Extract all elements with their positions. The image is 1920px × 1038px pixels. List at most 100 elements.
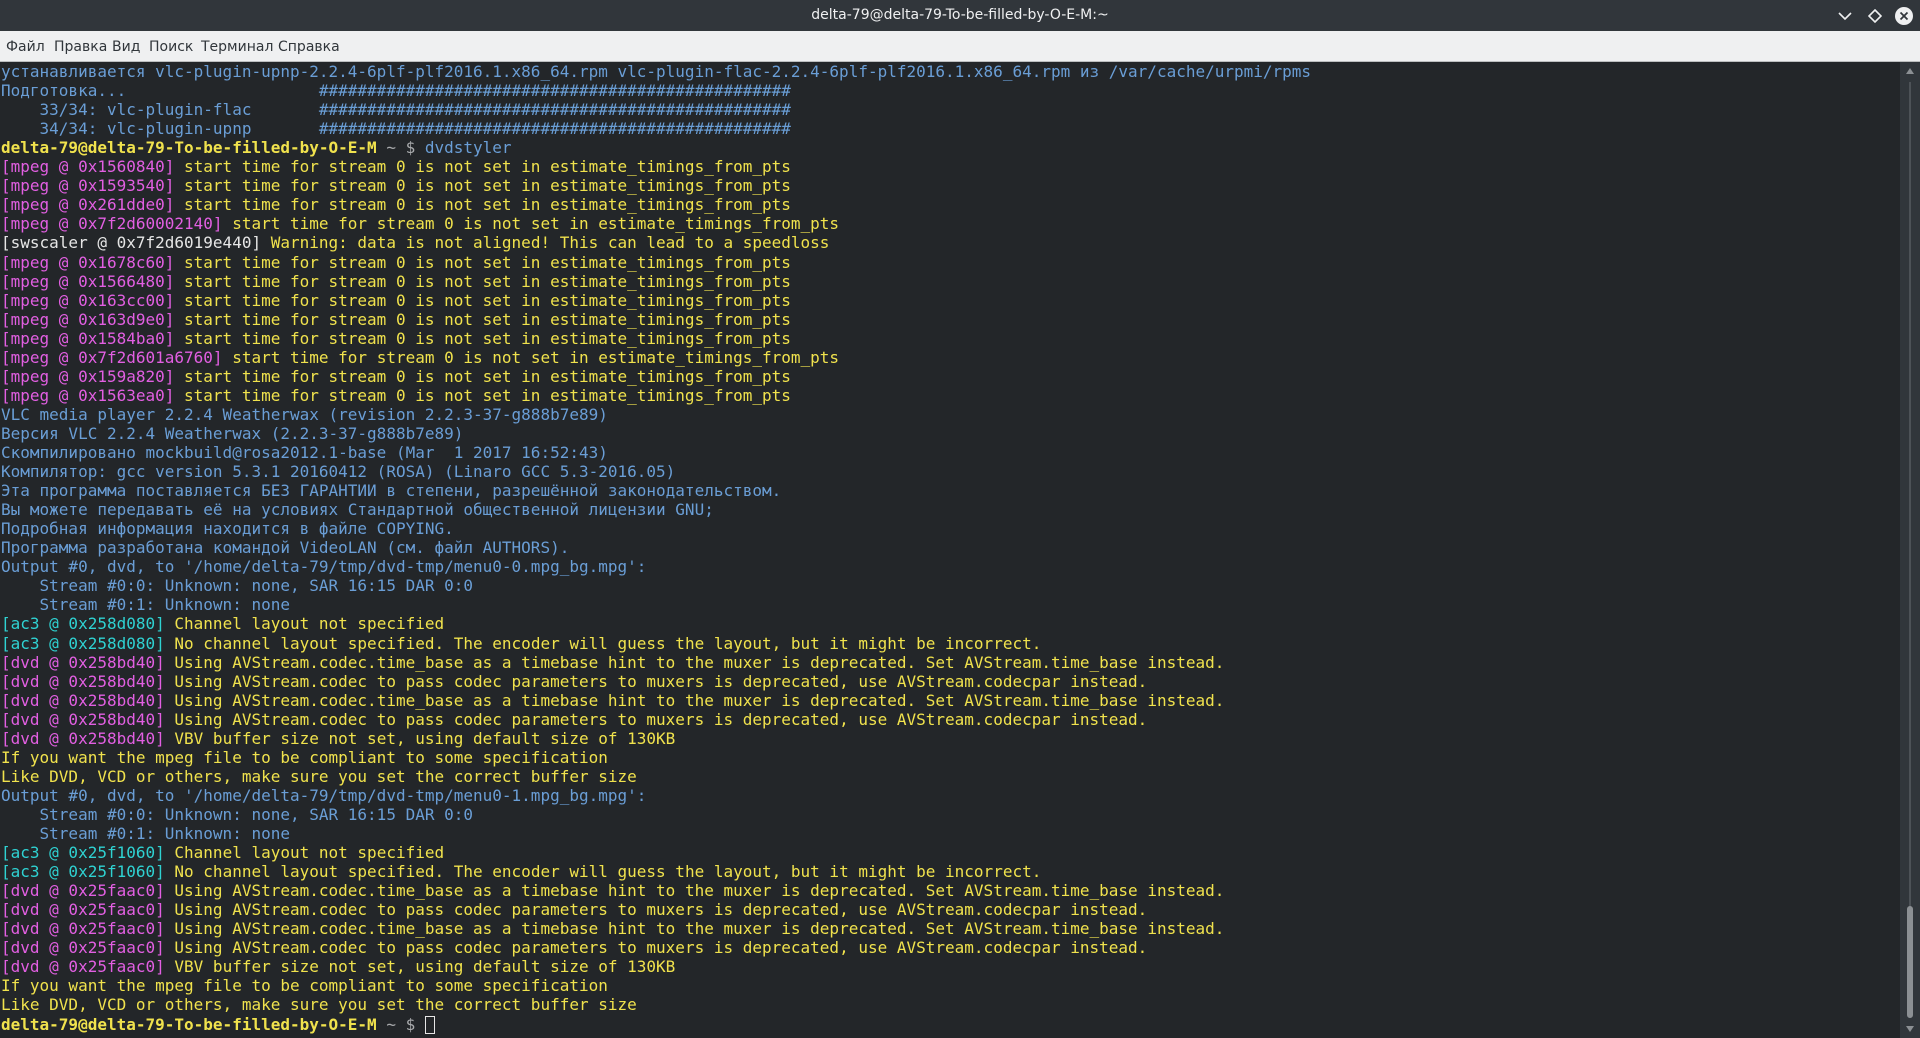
terminal-text: [dvd @ 0x258bd40] (1, 671, 165, 691)
terminal-text: Stream #0:0: Unknown: none, SAR 16:15 DA… (1, 576, 474, 596)
terminal-text: Using AVStream.codec.time_base as a time… (164, 919, 1225, 939)
terminal-text: [ac3 @ 0x258d080] (1, 614, 165, 634)
terminal-text: [dvd @ 0x25faac0] (1, 881, 165, 901)
menu-edit[interactable]: Правка (54, 31, 107, 61)
text-cursor (424, 1015, 435, 1034)
terminal-text: start time for stream 0 is not set in es… (222, 347, 840, 367)
terminal-text: Using AVStream.codec.time_base as a time… (164, 881, 1225, 901)
terminal-line: [ac3 @ 0x258d080] Channel layout not spe… (1, 614, 444, 633)
terminal-line: Вы можете передавать её на условиях Стан… (1, 500, 714, 519)
terminal-text: [mpeg @ 0x1560840] (1, 157, 175, 177)
terminal-text: Channel layout not specified (164, 614, 445, 634)
terminal-line: [mpeg @ 0x159a820] start time for stream… (1, 367, 791, 386)
terminal-text: [mpeg @ 0x261dde0] (1, 195, 175, 215)
terminal-output[interactable]: устанавливается vlc-plugin-upnp-2.2.4-6p… (0, 62, 1900, 1038)
terminal-text: устанавливается vlc-plugin-upnp-2.2.4-6p… (1, 62, 1312, 81)
terminal-text: Using AVStream.codec to pass codec param… (164, 671, 1148, 691)
scroll-down-button[interactable] (1900, 1020, 1920, 1038)
menu-terminal[interactable]: Терминал (201, 31, 273, 61)
terminal-line: [mpeg @ 0x7f2d60002140] start time for s… (1, 214, 839, 233)
terminal-line: [mpeg @ 0x163cc00] start time for stream… (1, 291, 791, 310)
terminal-text: Stream #0:0: Unknown: none, SAR 16:15 DA… (1, 804, 474, 824)
terminal-text: [dvd @ 0x25faac0] (1, 957, 165, 977)
terminal-text: Stream #0:1: Unknown: none (1, 595, 290, 615)
maximize-button[interactable] (1864, 5, 1886, 27)
terminal-text: [mpeg @ 0x1566480] (1, 271, 175, 291)
terminal-text: start time for stream 0 is not set in es… (174, 195, 791, 215)
terminal-text: start time for stream 0 is not set in es… (174, 290, 791, 310)
scroll-down-icon (1906, 1026, 1914, 1032)
menu-view[interactable]: Вид (112, 31, 140, 61)
terminal-text: Stream #0:1: Unknown: none (1, 824, 290, 843)
terminal-text: [ac3 @ 0x25f1060] (1, 862, 165, 882)
terminal-text: Вы можете передавать её на условиях Стан… (1, 500, 714, 520)
terminal-line: [ac3 @ 0x25f1060] Channel layout not spe… (1, 843, 444, 862)
terminal-line: Подробная информация находится в файле C… (1, 519, 454, 538)
terminal-text: [dvd @ 0x25faac0] (1, 938, 165, 958)
scroll-thumb[interactable] (1907, 906, 1913, 1018)
terminal-text: Using AVStream.codec to pass codec param… (164, 709, 1148, 729)
terminal-line: [mpeg @ 0x1563ea0] start time for stream… (1, 386, 791, 405)
terminal-text: 34/34: vlc-plugin-upnp #################… (1, 119, 791, 139)
title-bar[interactable]: delta-79@delta-79-To-be-filled-by-O-E-M:… (0, 0, 1920, 31)
terminal-line: Like DVD, VCD or others, make sure you s… (1, 995, 637, 1014)
terminal-line: [mpeg @ 0x1566480] start time for stream… (1, 272, 791, 291)
terminal-text: Like DVD, VCD or others, make sure you s… (1, 766, 637, 786)
terminal-text: ~ $ (376, 138, 425, 158)
menu-help[interactable]: Справка (278, 31, 340, 61)
terminal-line: Версия VLC 2.2.4 Weatherwax (2.2.3-37-g8… (1, 424, 463, 443)
vertical-scrollbar[interactable] (1900, 62, 1920, 1038)
terminal-text: ~ $ (376, 1014, 425, 1034)
terminal-line: delta-79@delta-79-To-be-filled-by-O-E-M … (1, 1015, 435, 1034)
terminal-text: Using AVStream.codec to pass codec param… (164, 900, 1148, 920)
terminal-line: [dvd @ 0x258bd40] Using AVStream.codec t… (1, 672, 1147, 691)
terminal-text: [dvd @ 0x258bd40] (1, 652, 165, 672)
terminal-text: No channel layout specified. The encoder… (164, 862, 1042, 882)
terminal-line: [ac3 @ 0x25f1060] No channel layout spec… (1, 862, 1041, 881)
terminal-text: start time for stream 0 is not set in es… (174, 366, 791, 386)
terminal-text: Подготовка... ##########################… (1, 81, 791, 101)
terminal-text: Like DVD, VCD or others, make sure you s… (1, 995, 637, 1015)
menu-bar: Файл Правка Вид Поиск Терминал Справка (0, 31, 1920, 62)
terminal-text: [mpeg @ 0x7f2d60002140] (1, 214, 223, 234)
terminal-text: [swscaler @ 0x7f2d6019e440] (1, 233, 262, 253)
terminal-text: [dvd @ 0x258bd40] (1, 709, 165, 729)
terminal-text: Using AVStream.codec.time_base as a time… (164, 690, 1225, 710)
terminal-line: [mpeg @ 0x1584ba0] start time for stream… (1, 329, 791, 348)
terminal-text: Output #0, dvd, to '/home/delta-79/tmp/d… (1, 557, 647, 577)
terminal-text: start time for stream 0 is not set in es… (174, 328, 791, 348)
close-icon (1899, 11, 1909, 21)
terminal-text: [ac3 @ 0x25f1060] (1, 843, 165, 863)
minimize-button[interactable] (1834, 5, 1856, 27)
terminal-line: Stream #0:0: Unknown: none, SAR 16:15 DA… (1, 576, 473, 595)
scroll-track[interactable] (1909, 82, 1911, 1018)
menu-search[interactable]: Поиск (149, 31, 193, 61)
konsole-window: delta-79@delta-79-To-be-filled-by-O-E-M:… (0, 0, 1920, 1038)
terminal-text: delta-79@delta-79-To-be-filled-by-O-E-M (1, 138, 377, 158)
terminal-text: Эта программа поставляется БЕЗ ГАРАНТИИ … (1, 481, 782, 501)
terminal-line: Stream #0:0: Unknown: none, SAR 16:15 DA… (1, 805, 473, 824)
terminal-text: [mpeg @ 0x1593540] (1, 176, 175, 196)
terminal-text: [mpeg @ 0x7f2d601a6760] (1, 347, 223, 367)
terminal-line: Output #0, dvd, to '/home/delta-79/tmp/d… (1, 786, 646, 805)
terminal-text: [mpeg @ 0x1678c60] (1, 252, 175, 272)
chevron-down-icon (1838, 12, 1852, 21)
menu-file[interactable]: Файл (6, 31, 45, 61)
terminal-text: [dvd @ 0x258bd40] (1, 728, 165, 748)
terminal-line: [mpeg @ 0x1560840] start time for stream… (1, 157, 791, 176)
terminal-text: dvdstyler (424, 138, 512, 158)
terminal-line: 34/34: vlc-plugin-upnp #################… (1, 119, 791, 138)
terminal-text: If you want the mpeg file to be complian… (1, 976, 608, 996)
terminal-text: Программа разработана командой VideoLAN … (1, 538, 570, 558)
terminal-line: Подготовка... ##########################… (1, 81, 791, 100)
terminal-line: [dvd @ 0x25faac0] Using AVStream.codec t… (1, 900, 1147, 919)
terminal-text: VLC media player 2.2.4 Weatherwax (revis… (1, 404, 608, 424)
scroll-up-button[interactable] (1900, 62, 1920, 80)
terminal-line: [dvd @ 0x25faac0] Using AVStream.codec.t… (1, 919, 1224, 938)
terminal-line: [dvd @ 0x258bd40] VBV buffer size not se… (1, 729, 675, 748)
terminal-text: 33/34: vlc-plugin-flac #################… (1, 100, 791, 120)
terminal-text: Скомпилировано mockbuild@rosa2012.1-base… (1, 443, 608, 462)
close-button[interactable] (1893, 5, 1915, 27)
terminal-line: Like DVD, VCD or others, make sure you s… (1, 767, 637, 786)
terminal-line: Компилятор: gcc version 5.3.1 20160412 (… (1, 462, 675, 481)
